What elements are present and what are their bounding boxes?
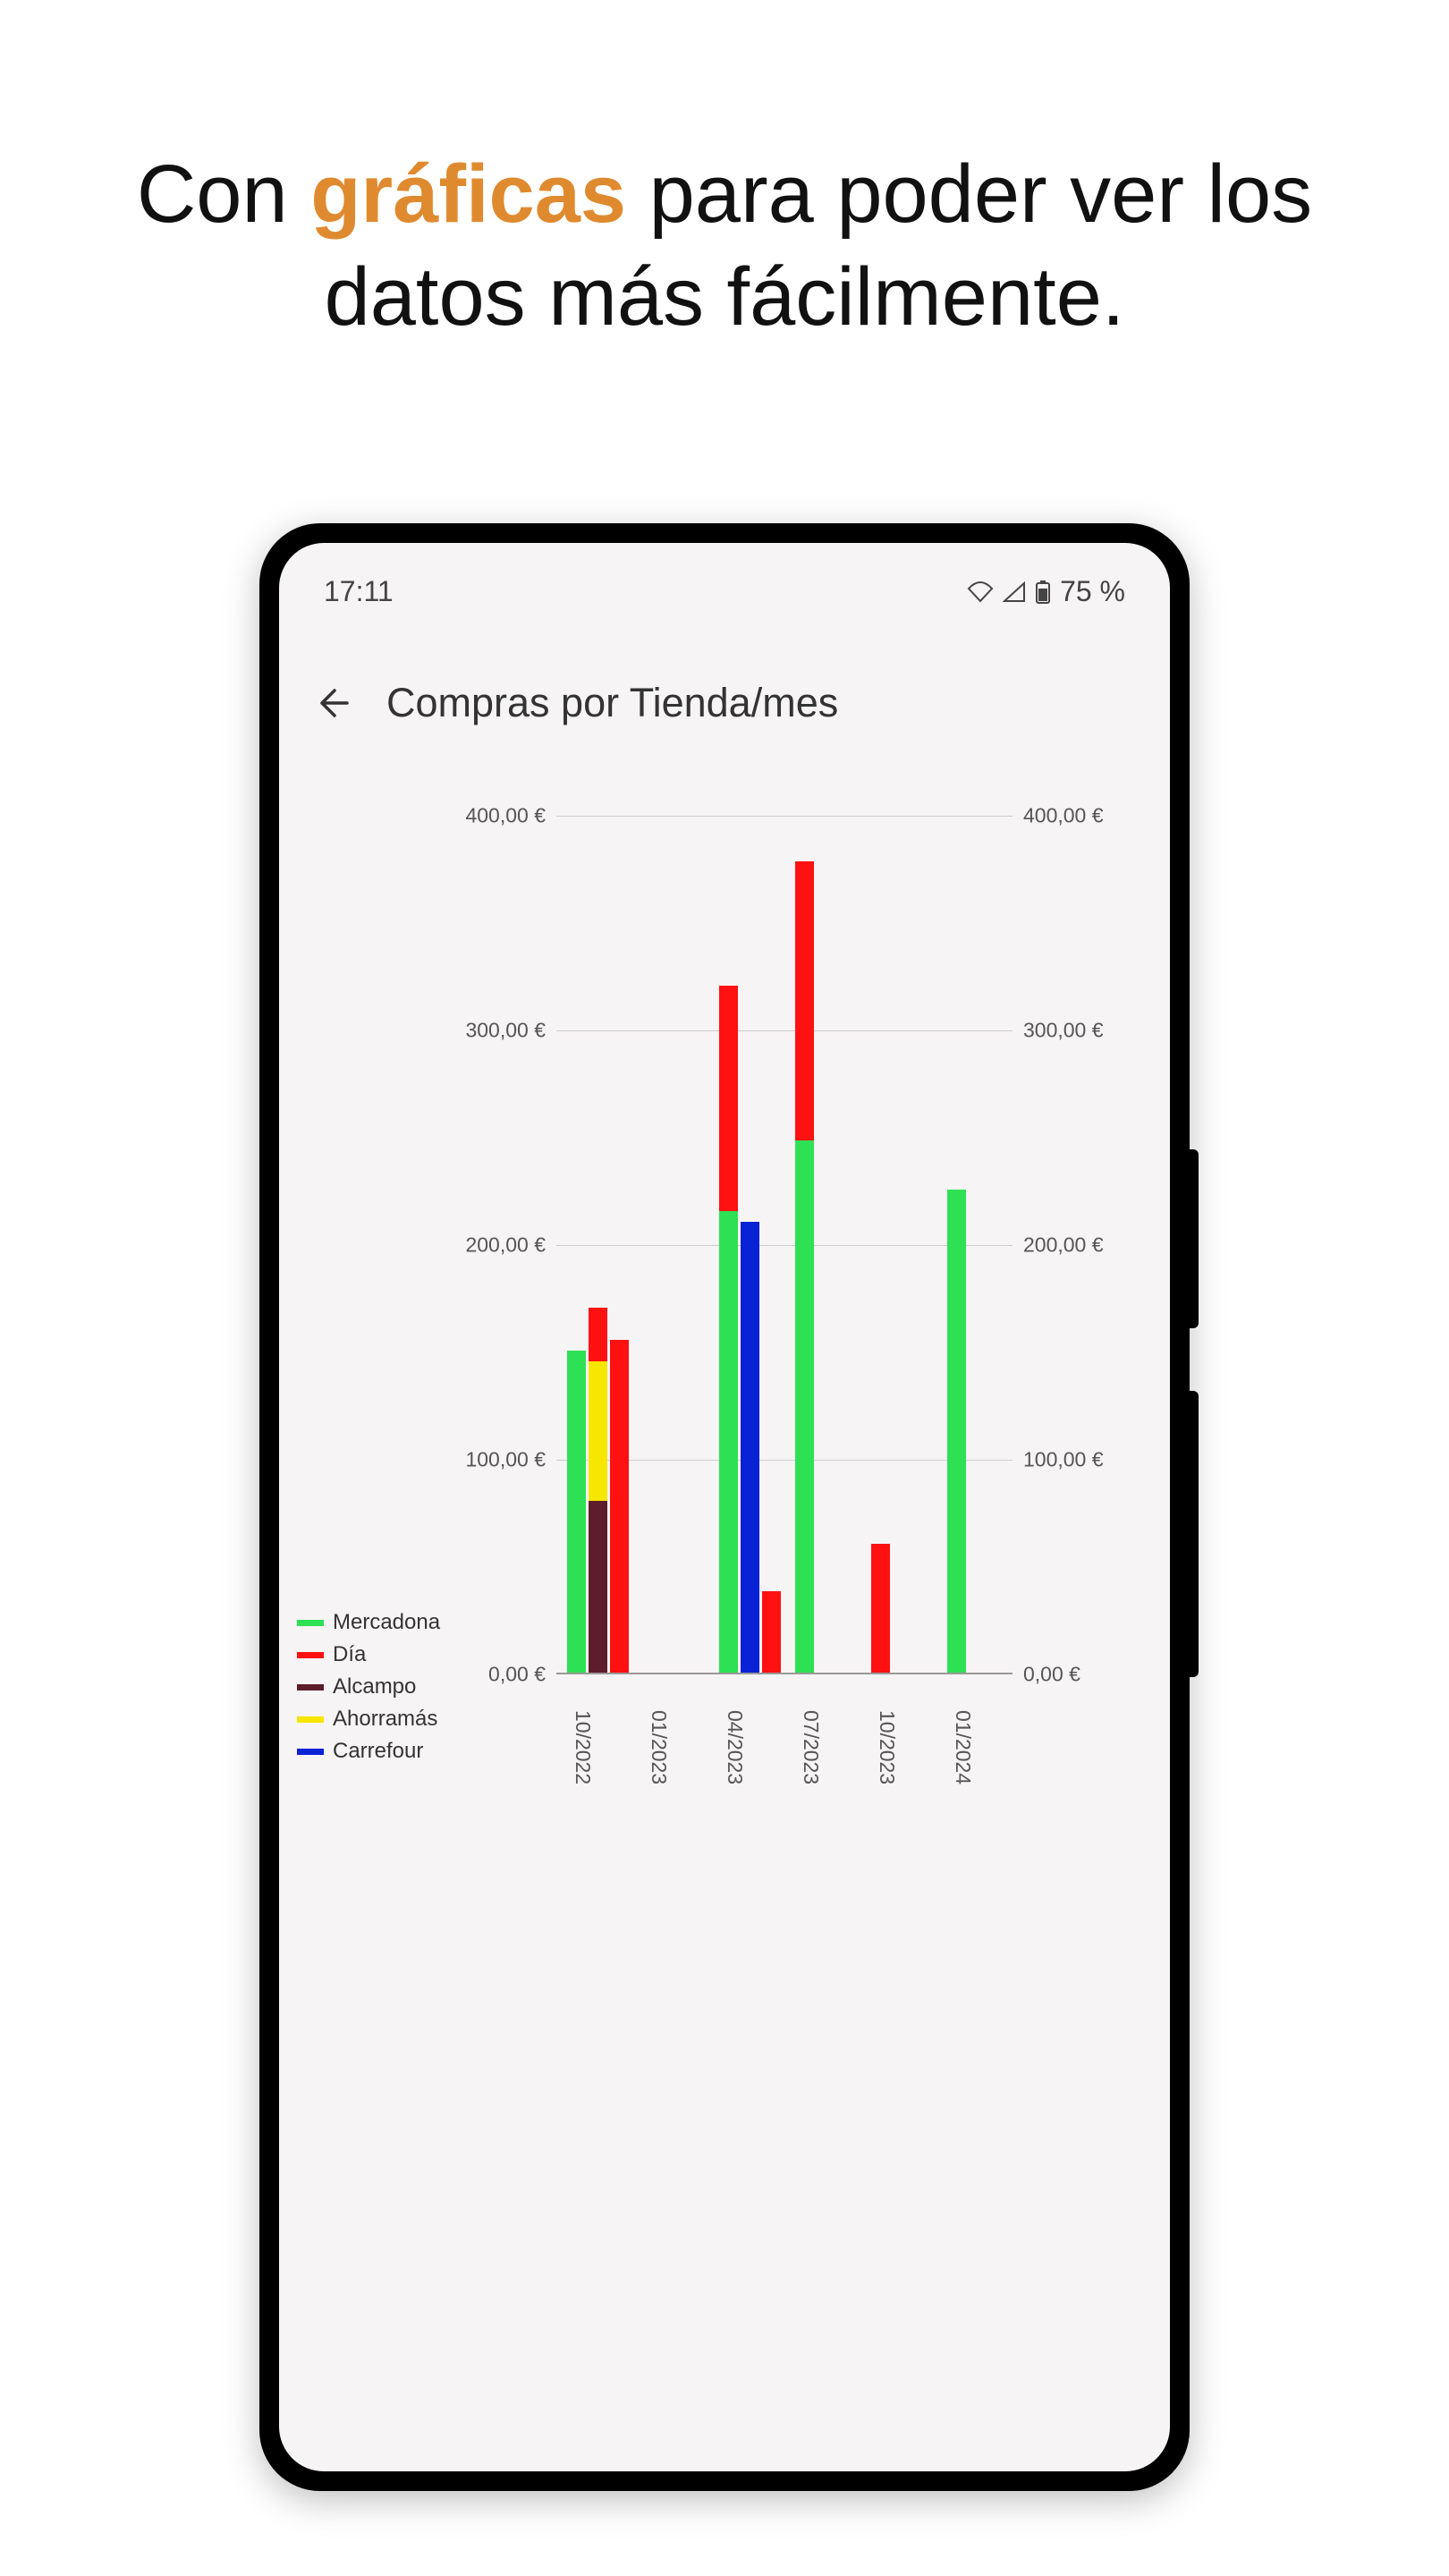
chart-bar-group xyxy=(795,861,814,1673)
signal-icon xyxy=(1003,581,1026,603)
chart-bar xyxy=(610,1340,629,1673)
chart-bar-group xyxy=(871,1544,890,1673)
chart-bar-group xyxy=(719,986,781,1673)
chart-ytick-right: 100,00 € xyxy=(1013,1448,1104,1472)
chart-xtick: 07/2023 xyxy=(799,1710,823,1784)
chart-ytick-right: 300,00 € xyxy=(1013,1019,1104,1043)
chart-bar-segment xyxy=(871,1544,890,1673)
chart-bar xyxy=(795,861,814,1673)
legend-item: Carrefour xyxy=(297,1739,440,1764)
chart-xtick: 04/2023 xyxy=(723,1710,747,1784)
legend-swatch xyxy=(297,1620,324,1626)
chart-ytick-left: 0,00 € xyxy=(488,1663,556,1687)
chart-bar-group xyxy=(947,1190,966,1673)
chart-plot-area: 0,00 €0,00 €100,00 €100,00 €200,00 €200,… xyxy=(556,816,1013,1674)
chart-gridline xyxy=(556,816,1013,817)
chart-bar xyxy=(947,1190,966,1673)
chart-bar xyxy=(762,1591,781,1673)
legend-item: Día xyxy=(297,1642,440,1667)
legend-label: Carrefour xyxy=(333,1739,423,1764)
legend-item: Alcampo xyxy=(297,1674,440,1699)
chart-ytick-right: 400,00 € xyxy=(1013,804,1104,828)
phone-mockup: 17:11 75 % Compras por Tienda/mes xyxy=(259,523,1190,2491)
chart-bar-segment xyxy=(795,861,814,1140)
chart-ytick-left: 200,00 € xyxy=(465,1233,556,1258)
chart-gridline xyxy=(556,1245,1013,1246)
chart-bar-segment xyxy=(589,1501,607,1673)
legend-label: Alcampo xyxy=(333,1674,416,1699)
headline-prefix: Con xyxy=(137,148,310,240)
wifi-icon xyxy=(967,581,994,603)
status-time: 17:11 xyxy=(324,575,394,608)
battery-icon xyxy=(1035,580,1051,605)
chart-xtick: 10/2022 xyxy=(571,1710,595,1784)
chart-ytick-left: 100,00 € xyxy=(465,1448,556,1472)
legend-swatch xyxy=(297,1749,324,1755)
chart-ytick-right: 200,00 € xyxy=(1013,1233,1104,1258)
legend-label: Día xyxy=(333,1642,366,1667)
chart-xtick: 01/2024 xyxy=(951,1710,975,1784)
chart-bar-segment xyxy=(589,1361,607,1501)
chart-bar-group xyxy=(567,1308,629,1673)
chart-bar-segment xyxy=(762,1591,781,1673)
status-bar: 17:11 75 % xyxy=(279,543,1170,626)
chart-bar-segment xyxy=(719,1211,738,1673)
legend-item: Mercadona xyxy=(297,1610,440,1635)
chart-bar-segment xyxy=(741,1222,759,1673)
legend-label: Ahorramás xyxy=(333,1707,437,1732)
chart-xtick: 10/2023 xyxy=(875,1710,899,1784)
legend-label: Mercadona xyxy=(333,1610,440,1635)
chart-bar-segment xyxy=(589,1308,607,1361)
chart-bar-segment xyxy=(947,1190,966,1673)
status-battery-text: 75 % xyxy=(1060,575,1125,608)
chart-bar xyxy=(567,1351,586,1673)
page-title: Compras por Tienda/mes xyxy=(386,680,838,726)
back-arrow-icon[interactable] xyxy=(315,685,351,721)
legend-swatch xyxy=(297,1652,324,1658)
chart-bar-segment xyxy=(567,1351,586,1673)
chart-ytick-right: 0,00 € xyxy=(1013,1663,1080,1687)
chart-ytick-left: 300,00 € xyxy=(465,1019,556,1043)
chart-bar xyxy=(589,1308,607,1673)
chart-bar-segment xyxy=(795,1140,814,1673)
legend-swatch xyxy=(297,1716,324,1723)
chart-gridline xyxy=(556,1030,1013,1031)
chart-container: 0,00 € 0,00 € 100,00 € 100,00 € 200,00 € 200,… xyxy=(297,816,1152,1889)
legend-swatch xyxy=(297,1684,324,1690)
chart-ytick-left: 400,00 € xyxy=(465,804,556,828)
chart-xtick: 01/2023 xyxy=(647,1710,671,1784)
chart-legend: Mercadona Día Alcampo Ahorramás Carrefour xyxy=(297,1603,440,1771)
legend-item: Ahorramás xyxy=(297,1707,440,1732)
marketing-headline: Con gráficas para poder ver los datos má… xyxy=(0,143,1449,349)
headline-accent: gráficas xyxy=(310,148,626,240)
chart-bar-segment xyxy=(610,1340,629,1673)
title-bar: Compras por Tienda/mes xyxy=(279,626,1170,762)
chart-bar xyxy=(871,1544,890,1673)
phone-screen: 17:11 75 % Compras por Tienda/mes xyxy=(279,543,1170,2471)
chart-bar xyxy=(719,986,738,1673)
chart-bar-segment xyxy=(719,986,738,1211)
status-right: 75 % xyxy=(967,575,1125,608)
chart-bar xyxy=(741,1222,759,1673)
